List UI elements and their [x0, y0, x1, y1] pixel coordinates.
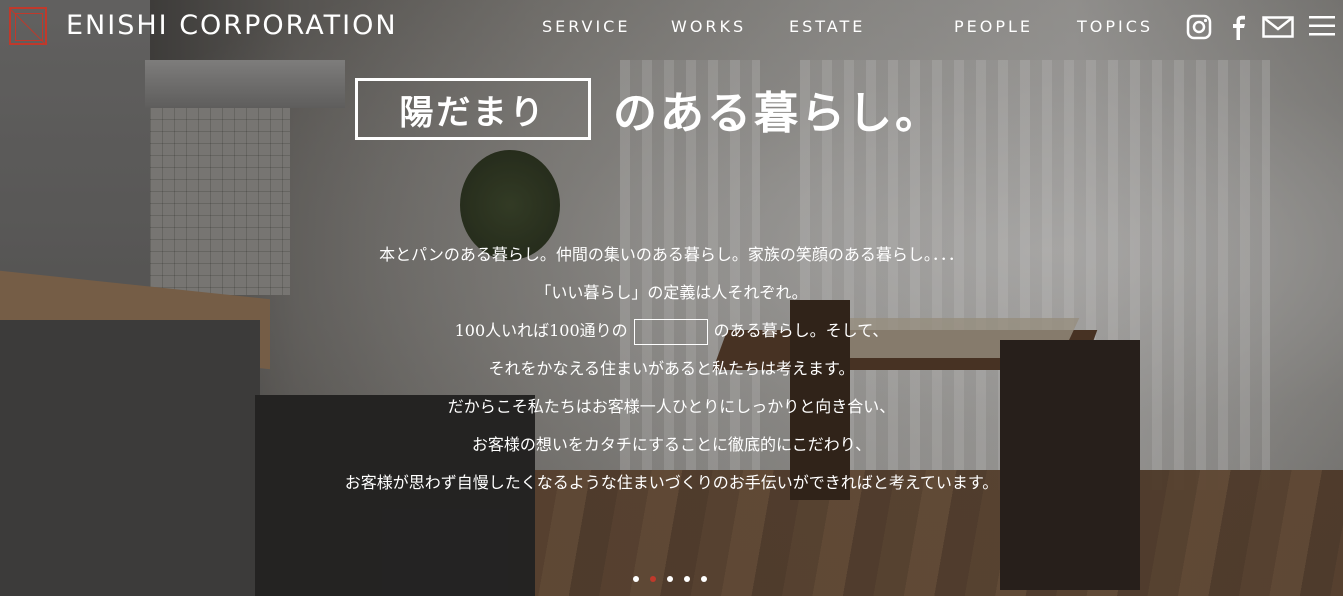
hero-headline: 陽だまり のある暮らし。 — [355, 78, 942, 140]
blank-box — [633, 318, 708, 345]
copy-line-1: 本とパンのある暮らし。仲間の集いのある暮らし。家族の笑顔のある暮らし。．．． — [379, 245, 964, 264]
headline-text: のある暮らし。 — [613, 88, 942, 139]
copy-line-3: 100人いれば100通りの のある暮らし。そして、 — [0, 312, 1343, 350]
enishi-logo-mark[interactable] — [9, 7, 47, 45]
instagram-icon[interactable] — [1186, 14, 1212, 44]
hero-section: ENISHI CORPORATION SERVICE WORKS ESTATE … — [0, 0, 1343, 596]
copy-line-7: お客様が思わず自慢したくなるような住まいづくりのお手伝いができればと考えています… — [344, 473, 999, 492]
copy-line-3-start: 100人いれば100通りの — [454, 321, 628, 340]
copy-line-4: それをかなえる住まいがあると私たちは考えます。 — [488, 359, 855, 378]
copy-line-6: お客様の想いをカタチにすることに徹底的にこだわり、 — [471, 435, 872, 454]
menu-icon[interactable] — [1309, 15, 1335, 41]
nav-service[interactable]: SERVICE — [542, 17, 630, 36]
mail-icon[interactable] — [1262, 16, 1294, 42]
slider-dots — [633, 576, 707, 582]
copy-line-3-end: のある暮らし。そして、 — [713, 321, 889, 340]
slider-dot-5[interactable] — [701, 576, 707, 582]
slider-dot-4[interactable] — [684, 576, 690, 582]
brand-name[interactable]: ENISHI CORPORATION — [66, 10, 398, 41]
copy-line-2: 「いい暮らし」の定義は人それぞれ。 — [535, 283, 808, 302]
site-header: ENISHI CORPORATION SERVICE WORKS ESTATE … — [0, 0, 1343, 54]
hero-copy: 本とパンのある暮らし。仲間の集いのある暮らし。家族の笑顔のある暮らし。．．． 「… — [0, 236, 1343, 502]
slider-dot-1[interactable] — [633, 576, 639, 582]
headline-boxed-word: 陽だまり — [355, 78, 591, 140]
nav-topics[interactable]: TOPICS — [1077, 17, 1153, 36]
nav-works[interactable]: WORKS — [671, 17, 746, 36]
nav-people[interactable]: PEOPLE — [954, 17, 1033, 36]
nav-estate[interactable]: ESTATE — [789, 17, 865, 36]
slider-dot-3[interactable] — [667, 576, 673, 582]
copy-line-5: だからこそ私たちはお客様一人ひとりにしっかりと向き合い、 — [447, 397, 896, 416]
slider-dot-2[interactable] — [650, 576, 656, 582]
facebook-icon[interactable] — [1230, 14, 1246, 44]
